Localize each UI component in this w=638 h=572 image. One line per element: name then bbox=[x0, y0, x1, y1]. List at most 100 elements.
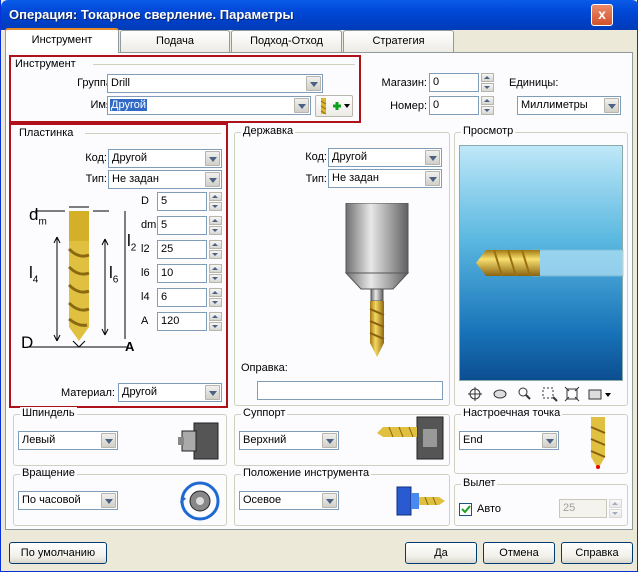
spindle-combo[interactable]: Левый bbox=[18, 431, 118, 450]
spin-down-icon[interactable] bbox=[481, 106, 494, 115]
chevron-down-icon[interactable] bbox=[322, 433, 337, 448]
support-group: Суппорт Верхний bbox=[234, 407, 450, 466]
plate-type-combo[interactable]: Не задан bbox=[108, 170, 222, 189]
param-l6-input[interactable]: 10 bbox=[157, 264, 207, 283]
preview-group: Просмотр bbox=[454, 125, 628, 406]
chevron-down-icon[interactable] bbox=[604, 98, 619, 113]
support-legend: Суппорт bbox=[241, 407, 288, 419]
rotation-combo[interactable]: По часовой bbox=[18, 491, 118, 510]
ok-button[interactable]: Да bbox=[405, 542, 477, 564]
chevron-down-icon[interactable] bbox=[205, 385, 220, 400]
overhang-input[interactable]: 25 bbox=[559, 499, 607, 518]
chevron-down-icon[interactable] bbox=[542, 433, 557, 448]
number-label: Номер: bbox=[390, 100, 427, 112]
magazine-label: Магазин: bbox=[381, 77, 428, 89]
plate-code-label: Код: bbox=[85, 152, 107, 164]
chevron-down-icon[interactable] bbox=[322, 493, 337, 508]
preview-toolbar[interactable] bbox=[465, 385, 625, 403]
setpoint-combo[interactable]: End bbox=[459, 431, 559, 450]
param-D-value: 5 bbox=[161, 195, 168, 207]
param-l6-spinner[interactable] bbox=[209, 264, 222, 283]
plate-code-value: Другой bbox=[112, 152, 147, 164]
holder-type-label: Тип: bbox=[305, 173, 327, 185]
param-D-input[interactable]: 5 bbox=[157, 192, 207, 211]
spindle-group: Шпиндель Левый bbox=[13, 407, 227, 466]
param-dm-value: 5 bbox=[161, 219, 168, 231]
magazine-value: 0 bbox=[433, 76, 440, 88]
spin-up-icon[interactable] bbox=[481, 96, 494, 105]
holder-type-combo[interactable]: Не задан bbox=[328, 169, 442, 188]
name-label: Имя: bbox=[90, 99, 115, 111]
support-combo[interactable]: Верхний bbox=[239, 431, 339, 450]
param-l4-input[interactable]: 6 bbox=[157, 288, 207, 307]
number-input[interactable]: 0 bbox=[429, 96, 479, 115]
support-icon bbox=[377, 416, 444, 460]
chevron-down-icon[interactable] bbox=[294, 98, 309, 113]
support-value: Верхний bbox=[243, 434, 287, 446]
cancel-button[interactable]: Отмена bbox=[483, 542, 555, 564]
number-spinner[interactable] bbox=[481, 96, 494, 115]
add-tool-button[interactable] bbox=[315, 95, 353, 117]
param-l2-label: l2 bbox=[141, 243, 150, 255]
overhang-spinner[interactable] bbox=[609, 499, 622, 518]
plate-code-combo[interactable]: Другой bbox=[108, 149, 222, 168]
param-l2-value: 25 bbox=[161, 243, 174, 255]
default-button[interactable]: По умолчанию bbox=[9, 542, 107, 564]
chevron-down-icon[interactable] bbox=[425, 150, 440, 165]
tab-feed[interactable]: Подача bbox=[120, 30, 230, 52]
checkmark-icon bbox=[461, 505, 471, 514]
chevron-down-icon[interactable] bbox=[306, 76, 321, 91]
close-button[interactable]: x bbox=[591, 4, 613, 26]
param-A-spinner[interactable] bbox=[209, 312, 222, 331]
auto-checkbox[interactable] bbox=[459, 503, 472, 516]
diagram-A: A bbox=[125, 339, 135, 354]
setpoint-group: Настроечная точка End bbox=[454, 407, 628, 474]
holder-group: Державка Код: Другой Тип: Не задан Оправ… bbox=[234, 125, 450, 406]
material-label: Материал: bbox=[60, 387, 115, 399]
chevron-down-icon[interactable] bbox=[101, 493, 116, 508]
spin-down-icon[interactable] bbox=[481, 83, 494, 92]
help-button[interactable]: Справка bbox=[561, 542, 633, 564]
preview-viewport[interactable] bbox=[459, 145, 625, 381]
holder-code-combo[interactable]: Другой bbox=[328, 148, 442, 167]
param-D-spinner[interactable] bbox=[209, 192, 222, 211]
mandrel-input[interactable] bbox=[257, 381, 443, 400]
chevron-down-icon[interactable] bbox=[205, 172, 220, 187]
toolpos-value: Осевое bbox=[243, 494, 282, 506]
close-icon: x bbox=[598, 6, 606, 22]
overhang-value: 25 bbox=[563, 502, 576, 514]
units-combo[interactable]: Миллиметры bbox=[517, 96, 621, 115]
spin-up-icon[interactable] bbox=[481, 73, 494, 82]
tab-approach[interactable]: Подход-Отход bbox=[231, 30, 342, 52]
toolpos-combo[interactable]: Осевое bbox=[239, 491, 339, 510]
toolpos-icon bbox=[396, 486, 445, 516]
magazine-spinner[interactable] bbox=[481, 73, 494, 92]
chevron-down-icon[interactable] bbox=[205, 151, 220, 166]
diagram-D: D bbox=[21, 333, 34, 352]
magazine-input[interactable]: 0 bbox=[429, 73, 479, 92]
material-combo[interactable]: Другой bbox=[118, 383, 222, 402]
tab-strategy[interactable]: Стратегия bbox=[343, 30, 454, 52]
preview-legend: Просмотр bbox=[461, 125, 516, 137]
title-bar[interactable]: Операция: Токарное сверление. Параметры … bbox=[1, 0, 638, 30]
param-l2-input[interactable]: 25 bbox=[157, 240, 207, 259]
param-l2-spinner[interactable] bbox=[209, 240, 222, 259]
rotation-group: Вращение По часовой bbox=[13, 467, 227, 526]
param-l4-spinner[interactable] bbox=[209, 288, 222, 307]
plate-type-value: Не задан bbox=[112, 173, 159, 185]
param-A-input[interactable]: 120 bbox=[157, 312, 207, 331]
group-combo[interactable]: Drill bbox=[107, 74, 323, 93]
param-dm-spinner[interactable] bbox=[209, 216, 222, 235]
overhang-group: Вылет Авто 25 bbox=[454, 477, 628, 526]
holder-legend: Державка bbox=[241, 125, 296, 137]
chevron-down-icon[interactable] bbox=[425, 171, 440, 186]
param-dm-input[interactable]: 5 bbox=[157, 216, 207, 235]
name-combo[interactable]: Другой bbox=[107, 96, 311, 115]
units-value: Миллиметры bbox=[521, 99, 588, 111]
tab-instrument[interactable]: Инструмент bbox=[5, 28, 119, 53]
chevron-down-icon[interactable] bbox=[101, 433, 116, 448]
mandrel-label: Оправка: bbox=[241, 362, 288, 374]
diagram-l2: l2 bbox=[127, 231, 137, 254]
auto-label[interactable]: Авто bbox=[477, 503, 501, 515]
units-label: Единицы: bbox=[509, 77, 559, 89]
